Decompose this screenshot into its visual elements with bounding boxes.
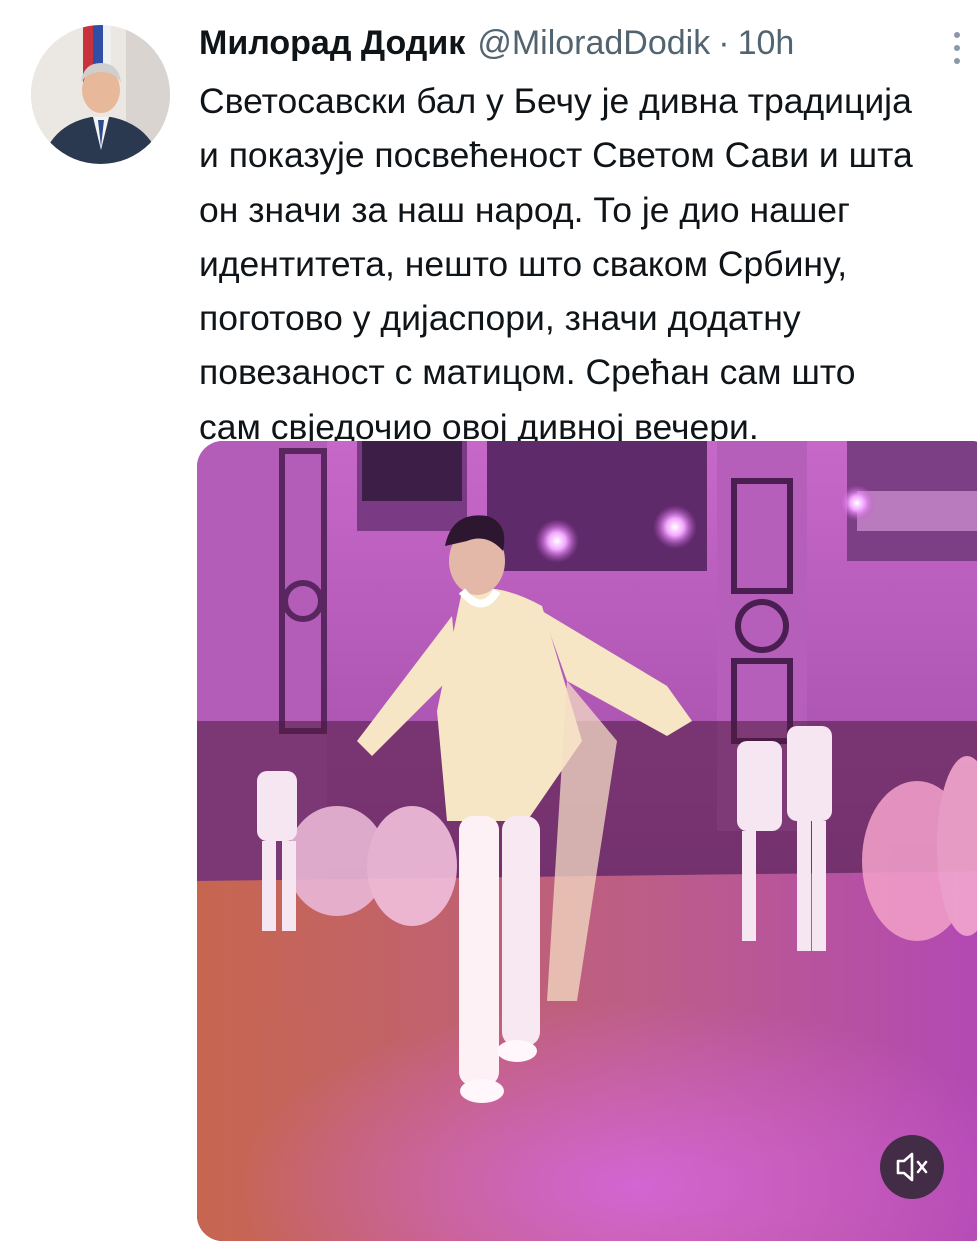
video-player[interactable]: [197, 441, 977, 1241]
volume-muted-icon[interactable]: [880, 1135, 944, 1199]
author-name[interactable]: Милорад Додик: [199, 20, 465, 66]
tweet-header: Милорад Додик @MiloradDodik · 10h: [199, 20, 794, 66]
separator-dot: ·: [718, 24, 730, 62]
avatar[interactable]: [31, 25, 170, 164]
tweet-text: Светосавски бал у Бечу је дивна традициј…: [199, 81, 913, 447]
more-options-icon[interactable]: [945, 30, 969, 70]
tweet[interactable]: Милорад Додик @MiloradDodik · 10h Светос…: [0, 0, 977, 1241]
timestamp[interactable]: 10h: [738, 20, 795, 66]
avatar-image: [31, 25, 170, 164]
author-handle[interactable]: @MiloradDodik: [477, 20, 710, 66]
video-frame: [197, 441, 977, 1241]
